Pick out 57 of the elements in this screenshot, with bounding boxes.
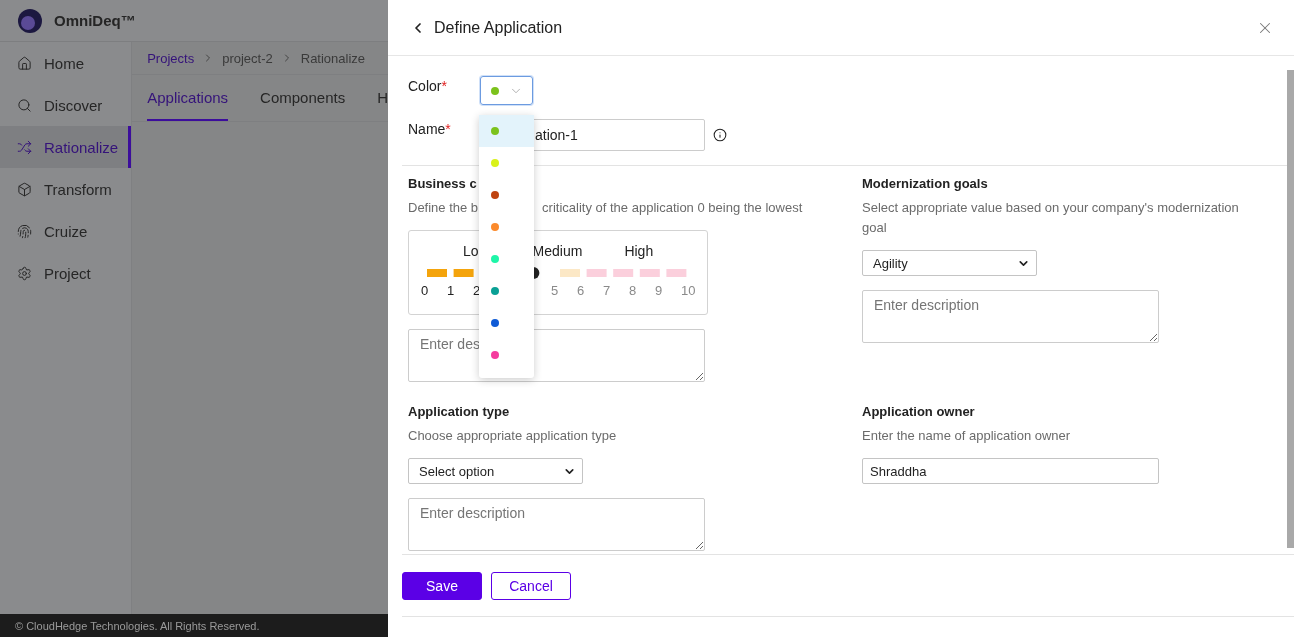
info-icon[interactable] bbox=[713, 128, 727, 142]
sidebar-item[interactable]: Cruize bbox=[0, 210, 132, 252]
tick-label: 7 bbox=[603, 283, 612, 298]
scale-label: Lo bbox=[463, 243, 479, 259]
tick-label: 6 bbox=[577, 283, 586, 298]
description-text: criticality of the application 0 being the lowest bbox=[542, 199, 803, 217]
scale-label: Medium bbox=[532, 243, 583, 259]
shuffle-icon bbox=[17, 139, 32, 155]
description-text: Select appropriate value based on your company's modernization goal bbox=[862, 199, 1240, 237]
home-icon bbox=[17, 55, 32, 71]
section-title: Modernization goals bbox=[862, 176, 988, 191]
description-text: Choose appropriate application type bbox=[408, 427, 618, 445]
panel-title: Define Application bbox=[434, 18, 564, 37]
type-select[interactable]: Select option bbox=[408, 458, 583, 484]
section-title: Business c bbox=[408, 176, 477, 191]
tab[interactable]: H bbox=[377, 75, 388, 121]
sidebar-item[interactable]: Rationalize bbox=[0, 126, 132, 168]
color-dot bbox=[491, 86, 499, 95]
description-text: Enter the name of application owner bbox=[862, 427, 1072, 445]
description-text: Define the b bbox=[408, 199, 479, 217]
app-name: OmniDeq™ bbox=[54, 12, 136, 29]
color-option[interactable] bbox=[479, 115, 534, 147]
section-title: Application owner bbox=[862, 404, 975, 419]
color-option[interactable] bbox=[479, 147, 534, 179]
tick-label: 0 bbox=[421, 283, 430, 298]
fingerprint-icon bbox=[17, 223, 32, 239]
scrollbar[interactable] bbox=[1287, 70, 1294, 548]
sidebar-item[interactable]: Home bbox=[0, 42, 132, 84]
tick-label: 1 bbox=[447, 283, 456, 298]
copyright-text: © CloudHedge Technologies. All Rights Reserved. bbox=[0, 614, 388, 637]
breadcrumb: project-2 bbox=[222, 50, 273, 66]
tab[interactable]: Components bbox=[260, 75, 346, 121]
scale-label: High bbox=[624, 243, 654, 259]
owner-input[interactable]: Shraddha bbox=[862, 458, 1159, 484]
sidebar-item[interactable]: Discover bbox=[0, 84, 132, 126]
sidebar-item[interactable]: Project bbox=[0, 252, 132, 294]
logo-icon bbox=[18, 8, 42, 33]
tick-label: 5 bbox=[551, 283, 560, 298]
breadcrumb: Rationalize bbox=[300, 50, 366, 66]
search-icon bbox=[17, 97, 32, 113]
color-select[interactable] bbox=[480, 76, 533, 105]
save-button[interactable]: Save bbox=[402, 571, 482, 600]
tab[interactable]: Applications bbox=[147, 75, 229, 121]
tick-label: 10 bbox=[681, 283, 697, 298]
goals-select[interactable]: Agility bbox=[862, 250, 1037, 276]
tick-label: 8 bbox=[629, 283, 638, 298]
settings-icon bbox=[17, 265, 32, 281]
description-field[interactable]: Enter description bbox=[408, 498, 705, 551]
cube-icon bbox=[17, 181, 32, 197]
field-label: Color* bbox=[408, 77, 448, 94]
cancel-button[interactable]: Cancel bbox=[491, 571, 571, 600]
field-label: Name* bbox=[408, 120, 452, 137]
description-field[interactable]: Enter description bbox=[862, 290, 1159, 343]
sidebar-item[interactable]: Transform bbox=[0, 168, 132, 210]
tick-label: 9 bbox=[655, 283, 664, 298]
breadcrumb[interactable]: Projects bbox=[147, 50, 195, 66]
section-title: Application type bbox=[408, 404, 510, 419]
